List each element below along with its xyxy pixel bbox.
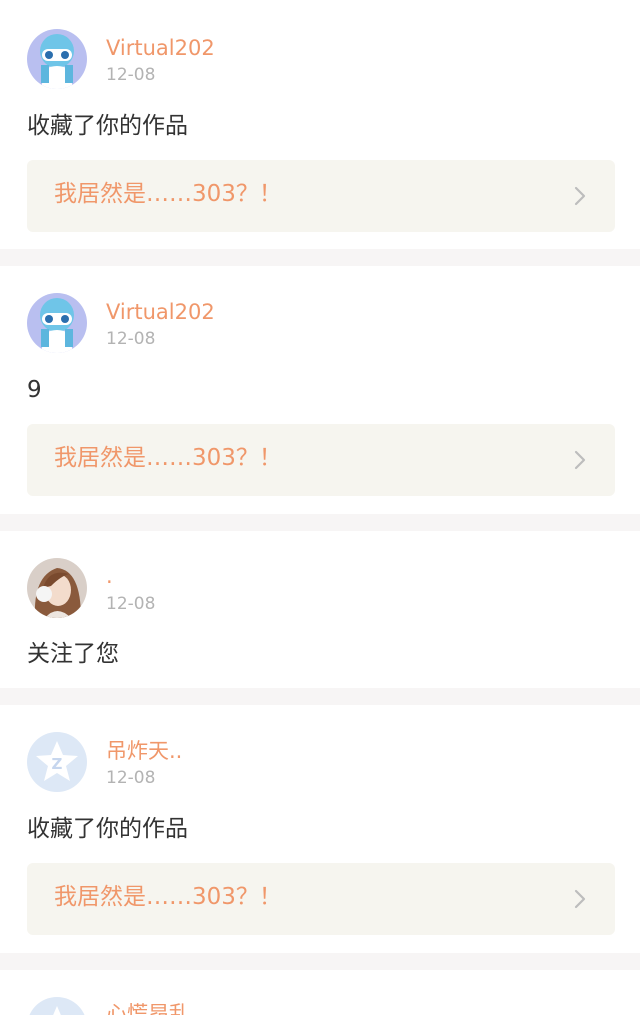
notification-card: . 12-08 关注了您 bbox=[0, 531, 640, 688]
username[interactable]: 心慌昂乱 bbox=[106, 1004, 190, 1015]
timestamp: 12-08 bbox=[106, 329, 156, 349]
anime-character-avatar-icon bbox=[27, 293, 87, 353]
work-link[interactable]: 我居然是……303？！ bbox=[27, 863, 615, 935]
user-avatar[interactable]: Z bbox=[27, 997, 87, 1015]
notification-message: 收藏了你的作品 bbox=[27, 816, 188, 842]
username[interactable]: 吊炸天.. bbox=[106, 741, 182, 762]
notification-message: 关注了您 bbox=[27, 641, 119, 667]
work-title: 我居然是……303？！ bbox=[54, 181, 282, 207]
user-avatar[interactable] bbox=[27, 29, 87, 89]
work-link[interactable]: 我居然是……303？！ bbox=[27, 160, 615, 232]
username[interactable]: Virtual202 bbox=[106, 38, 215, 59]
notification-message: 收藏了你的作品 bbox=[27, 113, 188, 139]
svg-text:Z: Z bbox=[52, 755, 63, 773]
default-z-star-avatar-icon: Z bbox=[27, 997, 87, 1015]
notification-card: Virtual202 12-08 收藏了你的作品 我居然是……303？！ bbox=[0, 0, 640, 249]
notification-message: 9 bbox=[27, 377, 42, 403]
notification-card: Virtual202 12-08 9 我居然是……303？！ bbox=[0, 266, 640, 514]
username[interactable]: . bbox=[106, 566, 113, 587]
timestamp: 12-08 bbox=[106, 65, 156, 85]
timestamp: 12-08 bbox=[106, 768, 156, 788]
chevron-right-icon bbox=[574, 889, 586, 909]
default-z-star-avatar-icon: Z bbox=[27, 732, 87, 792]
user-avatar[interactable]: Z bbox=[27, 732, 87, 792]
work-title: 我居然是……303？！ bbox=[54, 445, 282, 471]
user-avatar[interactable] bbox=[27, 558, 87, 618]
chevron-right-icon bbox=[574, 450, 586, 470]
work-title: 我居然是……303？！ bbox=[54, 884, 282, 910]
username[interactable]: Virtual202 bbox=[106, 302, 215, 323]
notification-card: Z 吊炸天.. 12-08 收藏了你的作品 我居然是……303？！ bbox=[0, 705, 640, 953]
notification-feed: Virtual202 12-08 收藏了你的作品 我居然是……303？！ Vir… bbox=[0, 0, 640, 1015]
chevron-right-icon bbox=[574, 186, 586, 206]
user-avatar[interactable] bbox=[27, 293, 87, 353]
notification-card: Z 心慌昂乱 bbox=[0, 970, 640, 1015]
timestamp: 12-08 bbox=[106, 594, 156, 614]
work-link[interactable]: 我居然是……303？！ bbox=[27, 424, 615, 496]
photo-portrait-avatar-icon bbox=[27, 558, 87, 618]
anime-character-avatar-icon bbox=[27, 29, 87, 89]
